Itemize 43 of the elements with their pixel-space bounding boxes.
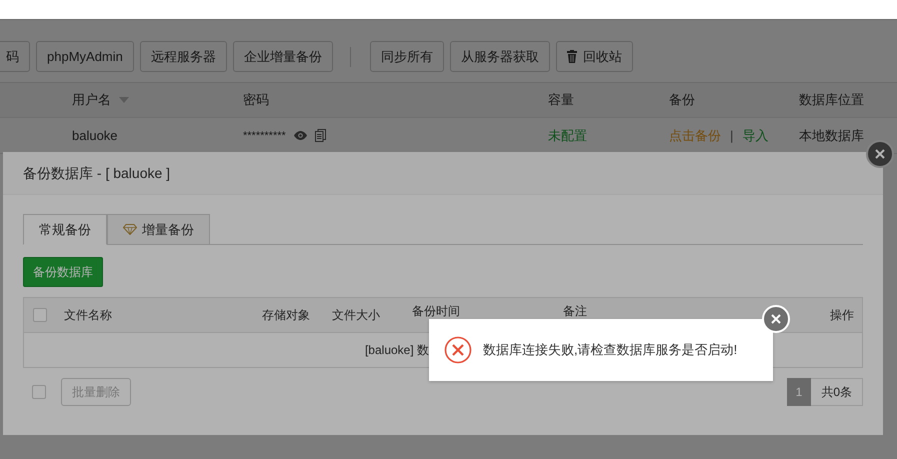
column-header[interactable]: 容量 [548,91,574,109]
backup-database-button[interactable]: 备份数据库 [23,257,103,287]
column-header: 存储对象 [262,306,311,324]
column-header: 操作 [830,306,854,324]
column-header[interactable]: 备份 [669,91,695,109]
checkbox[interactable] [33,308,47,322]
capacity-cell: 未配置 [548,126,587,144]
dialog-title: 备份数据库 - [ baluoke ] [3,152,883,195]
close-icon [875,149,885,159]
column-header[interactable]: 数据库位置 [799,91,864,109]
diamond-icon [123,224,137,235]
link-separator: | [730,128,734,143]
toolbar-button[interactable]: phpMyAdmin [36,41,134,72]
tab[interactable]: 常规备份 [23,214,107,245]
toolbar-button[interactable]: 同步所有 [370,41,444,72]
eye-icon [294,131,307,140]
password-cell: ********** [243,130,286,142]
checkbox[interactable] [32,385,46,399]
toolbar-button[interactable]: 码 [0,41,30,72]
column-header[interactable]: 密码 [243,91,269,109]
table-cell: 本地数据库 [799,126,864,144]
toolbar-button[interactable]: 企业增量备份 [232,41,333,72]
total-count: 共0条 [811,378,863,406]
sort-caret-icon [119,97,129,103]
toolbar-button[interactable]: 远程服务器 [140,41,227,72]
column-header: 文件大小 [332,306,381,324]
toolbar-button[interactable]: 从服务器获取 [450,41,550,72]
close-button[interactable] [866,140,894,168]
trash-icon [566,50,577,63]
import-link[interactable]: 导入 [742,126,768,144]
column-header: 文件名称 [64,306,113,324]
copy-icon [314,129,326,142]
empty-message: [baluoke] 数 [364,342,430,358]
column-header: 备注 [563,303,587,320]
error-icon [444,336,472,364]
tab[interactable]: 增量备份 [107,214,210,245]
toolbar-button[interactable]: 回收站 [556,41,633,72]
close-icon [771,314,781,324]
table-cell: baluoke [72,128,118,143]
column-header: 备份时间 [412,303,461,320]
page-number[interactable]: 1 [786,378,812,406]
toast-message: 数据库连接失败,请检查数据库服务是否启动! [483,341,738,359]
column-header[interactable]: 用户名 [72,91,129,109]
